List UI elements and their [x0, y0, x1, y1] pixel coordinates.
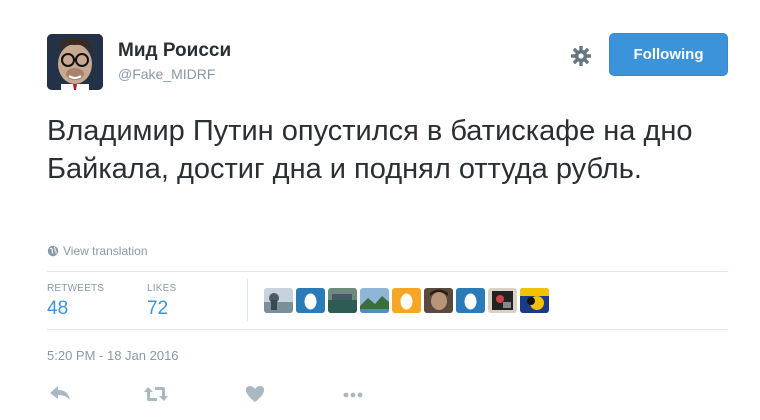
liker-avatar[interactable]	[360, 288, 389, 313]
liker-avatar[interactable]	[520, 288, 549, 313]
user-display-name[interactable]: Мид Роисси	[118, 40, 231, 62]
divider	[47, 271, 728, 272]
likes-label: LIKES	[147, 283, 177, 294]
liker-avatar[interactable]	[328, 288, 357, 313]
view-translation-link[interactable]: View translation	[47, 244, 148, 258]
gear-icon[interactable]	[570, 45, 592, 67]
retweets-count[interactable]: 48	[47, 298, 68, 320]
liker-avatar[interactable]	[424, 288, 453, 313]
avatar[interactable]	[47, 34, 103, 90]
likes-count[interactable]: 72	[147, 298, 168, 320]
tweet-timestamp[interactable]: 5:20 PM - 18 Jan 2016	[47, 348, 179, 363]
globe-icon	[47, 245, 59, 257]
liker-avatar[interactable]	[488, 288, 517, 313]
following-button[interactable]: Following	[609, 33, 728, 76]
liker-avatar[interactable]	[456, 288, 485, 313]
liker-avatar[interactable]	[296, 288, 325, 313]
tweet-text: Владимир Путин опустился в батискафе на …	[47, 115, 693, 185]
retweet-icon[interactable]	[143, 383, 168, 405]
view-translation-label: View translation	[63, 244, 148, 258]
liker-avatar[interactable]	[392, 288, 421, 313]
liker-avatar[interactable]	[264, 288, 293, 313]
divider	[47, 329, 728, 330]
like-icon[interactable]	[244, 383, 268, 405]
user-handle[interactable]: @Fake_MIDRF	[118, 66, 215, 82]
stats-separator	[247, 279, 248, 321]
more-icon[interactable]	[341, 383, 365, 405]
likers-avatar-list	[264, 288, 549, 313]
reply-icon[interactable]	[48, 383, 72, 405]
retweets-label: RETWEETS	[47, 283, 105, 294]
